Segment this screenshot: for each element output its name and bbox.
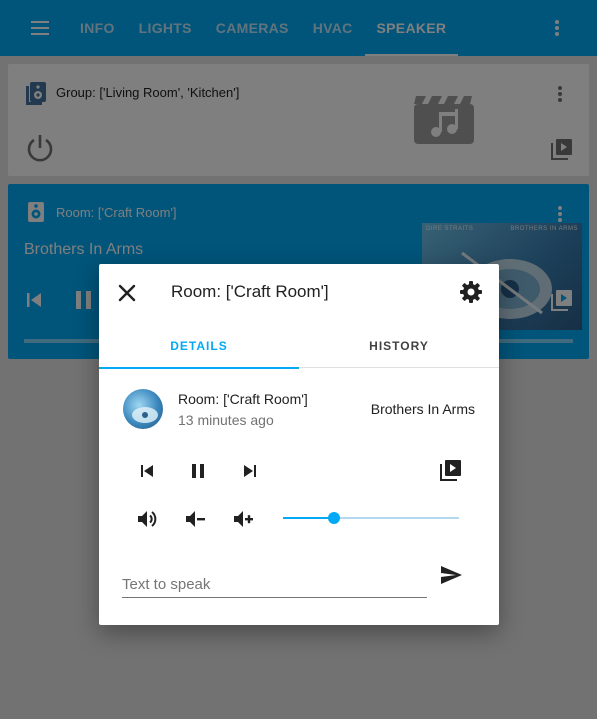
dialog-tabs: DETAILS HISTORY (99, 324, 499, 369)
skip-previous-icon[interactable] (135, 459, 159, 483)
pause-icon[interactable] (186, 459, 210, 483)
volume-slider-fill (283, 517, 335, 519)
volume-plus-icon[interactable] (231, 507, 255, 531)
gear-icon[interactable] (459, 280, 483, 304)
send-icon[interactable] (439, 563, 463, 587)
dialog-title: Room: ['Craft Room'] (171, 282, 329, 301)
volume-minus-icon[interactable] (183, 507, 207, 531)
entity-state: Brothers In Arms (370, 401, 475, 417)
album-thumbnail-icon (132, 407, 158, 423)
entity-name: Room: ['Craft Room'] (178, 391, 308, 407)
volume-slider[interactable] (283, 512, 459, 524)
playlist-play-icon[interactable] (439, 458, 463, 482)
more-info-dialog: Room: ['Craft Room'] DETAILS HISTORY Roo… (99, 264, 499, 625)
volume-slider-knob[interactable] (328, 512, 341, 524)
volume-high-icon[interactable] (135, 507, 159, 531)
entity-last-changed: 13 minutes ago (178, 412, 274, 428)
skip-next-icon[interactable] (238, 459, 262, 483)
entity-picture (123, 389, 163, 429)
tab-history[interactable]: HISTORY (299, 324, 499, 368)
close-icon[interactable] (116, 282, 138, 304)
tts-input[interactable] (122, 572, 427, 598)
tab-details[interactable]: DETAILS (99, 324, 299, 369)
